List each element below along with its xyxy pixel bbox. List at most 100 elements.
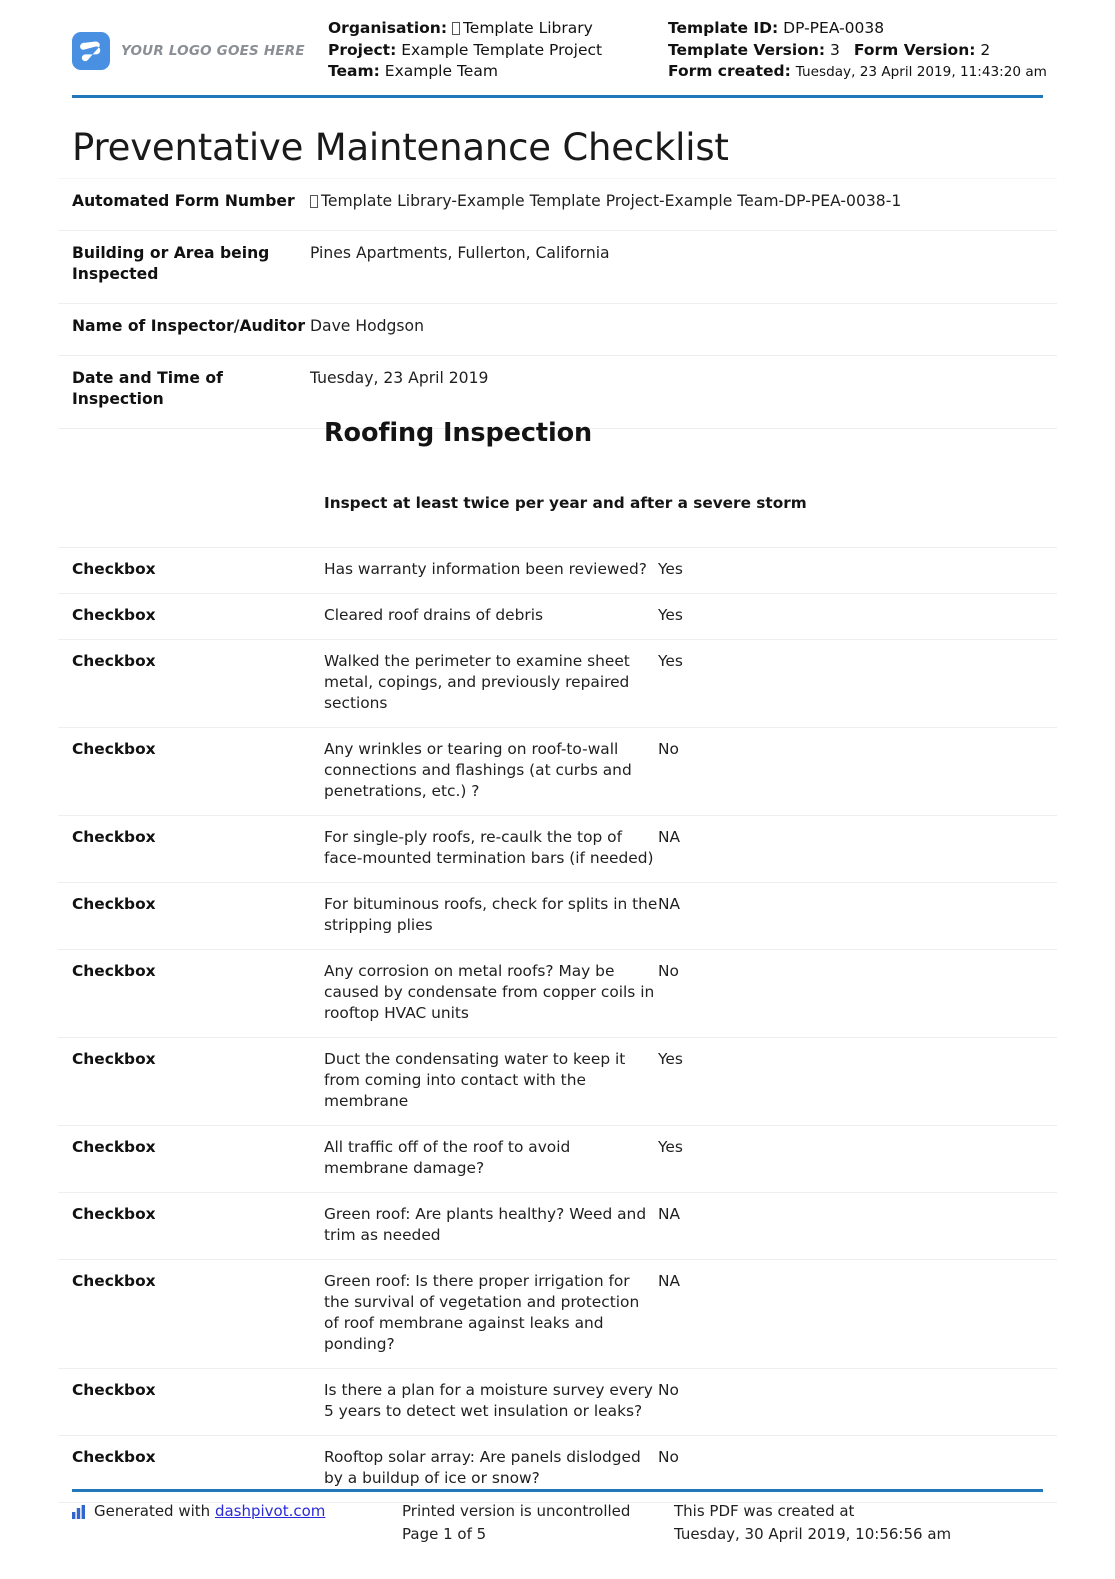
template-id-label: Template ID: [668,19,779,37]
checklist-answer: No [658,1448,679,1466]
checklist-question: Walked the perimeter to examine sheet me… [324,652,630,712]
checklist-field-type: Checkbox [72,1050,156,1068]
footer-created-label: This PDF was created at [674,1502,855,1520]
checklist-field-type: Checkbox [72,962,156,980]
checklist-answer: Yes [658,560,683,578]
checklist-field-type: Checkbox [72,606,156,624]
table-row: Checkbox Walked the perimeter to examine … [58,639,1057,727]
checklist-answer: NA [658,895,681,913]
document-header: YOUR LOGO GOES HERE Organisation: Templa… [72,18,1047,84]
dashpivot-link[interactable]: dashpivot.com [215,1502,325,1520]
checklist-field-type: Checkbox [72,560,156,578]
table-row: Checkbox For single-ply roofs, re-caulk t… [58,815,1057,882]
document-footer: Generated with dashpivot.com Printed ver… [72,1500,1043,1546]
template-version-value: 3 [830,40,840,59]
project-line: Project: Example Template Project [328,40,668,62]
info-row-value: Template Library-Example Template Projec… [310,191,1057,212]
checklist-question: For bituminous roofs, check for splits i… [324,895,658,934]
checklist-question: Green roof: Are plants healthy? Weed and… [324,1205,647,1244]
checklist-field-type: Checkbox [72,652,156,670]
checklist-field-type: Checkbox [72,828,156,846]
template-version-label: Template Version: [668,40,826,59]
info-row-label: Name of Inspector/Auditor [72,317,306,335]
table-row: Checkbox Is there a plan for a moisture s… [58,1368,1057,1435]
checklist-field-type: Checkbox [72,740,156,758]
footer-created-block: This PDF was created at Tuesday, 30 Apri… [674,1500,1034,1546]
checklist-answer: NA [658,1272,681,1290]
footer-print-notice: Printed version is uncontrolled [402,1502,631,1520]
header-meta-right: Template ID: DP-PEA-0038 Template Versio… [668,18,1047,84]
header-divider [72,95,1043,98]
form-created-label: Form created: [668,62,791,80]
form-info-table: Automated Form Number Template Library-Ex… [58,178,1057,429]
company-logo-icon [72,32,110,70]
table-row: Checkbox Cleared roof drains of debris Yes [58,593,1057,639]
checklist-question: Any corrosion on metal roofs? May be cau… [324,962,655,1022]
table-row: Checkbox Rooftop solar array: Are panels … [58,1435,1057,1503]
logo-block: YOUR LOGO GOES HERE [72,18,328,70]
checklist-question: All traffic off of the roof to avoid mem… [324,1138,571,1177]
checklist-question: Any wrinkles or tearing on roof-to-wall … [324,740,632,800]
form-created-value: Tuesday, 23 April 2019, 11:43:20 am [795,64,1047,80]
checklist-field-type: Checkbox [72,1448,156,1466]
footer-page-number: Page 1 of 5 [402,1525,487,1543]
footer-generated-block: Generated with dashpivot.com [72,1500,402,1526]
checklist-answer: No [658,740,679,758]
checklist-field-type: Checkbox [72,1272,156,1290]
section-note: Inspect at least twice per year and afte… [324,494,807,512]
checklist-answer: No [658,1381,679,1399]
version-line: Template Version: 3 Form Version: 2 [668,40,1043,62]
checklist-field-type: Checkbox [72,895,156,913]
info-row: Building or Area being Inspected Pines Ap… [58,231,1057,304]
table-row: Checkbox Green roof: Are plants healthy? … [58,1192,1057,1259]
footer-divider [72,1489,1043,1492]
bar-chart-icon [72,1503,87,1526]
table-row: Checkbox Any corrosion on metal roofs? Ma… [58,949,1057,1037]
info-row-label: Building or Area being Inspected [72,244,270,283]
team-line: Team: Example Team [328,61,668,83]
checklist-answer: NA [658,828,681,846]
table-row: Checkbox Any wrinkles or tearing on roof-… [58,727,1057,815]
header-meta-left: Organisation: Template Library Project: … [328,18,668,83]
team-value: Example Team [384,62,498,80]
checklist-field-type: Checkbox [72,1381,156,1399]
info-row-value: Pines Apartments, Fullerton, California [310,244,610,262]
section-block: Roofing Inspection Inspect at least twic… [58,418,1057,512]
checklist-question: Is there a plan for a moisture survey ev… [324,1381,653,1420]
checklist-question: Has warranty information been reviewed? [324,560,647,578]
organisation-value: Template Library [462,19,593,37]
checklist-question: Rooftop solar array: Are panels dislodge… [324,1448,641,1487]
info-row-label: Automated Form Number [72,192,295,210]
template-id-line: Template ID: DP-PEA-0038 [668,18,1043,40]
team-label: Team: [328,62,380,80]
table-row: Checkbox Duct the condensating water to k… [58,1037,1057,1125]
missing-glyph-icon [451,22,460,35]
checklist-question: For single-ply roofs, re-caulk the top o… [324,828,654,867]
checklist-answer: Yes [658,652,683,670]
page-title: Preventative Maintenance Checklist [72,126,729,169]
checklist-question: Duct the condensating water to keep it f… [324,1050,626,1110]
footer-generated-text: Generated with dashpivot.com [94,1500,325,1523]
organisation-label: Organisation: [328,19,448,37]
checklist-field-type: Checkbox [72,1138,156,1156]
footer-print-block: Printed version is uncontrolled Page 1 o… [402,1500,674,1546]
table-row: Checkbox For bituminous roofs, check for … [58,882,1057,949]
checklist-answer: No [658,962,679,980]
logo-placeholder-text: YOUR LOGO GOES HERE [121,43,305,59]
template-id-value: DP-PEA-0038 [783,19,885,37]
checklist-answer: NA [658,1205,681,1223]
info-row-value: Dave Hodgson [310,317,424,335]
table-row: Checkbox Green roof: Is there proper irri… [58,1259,1057,1368]
form-version-label: Form Version: [853,40,976,59]
checklist-question: Green roof: Is there proper irrigation f… [324,1272,640,1353]
info-row-value: Tuesday, 23 April 2019 [310,369,489,387]
project-value: Example Template Project [401,40,603,59]
form-version-value: 2 [980,40,991,59]
section-heading: Roofing Inspection [324,418,593,448]
checklist-answer: Yes [658,1138,683,1156]
table-row: Checkbox All traffic off of the roof to a… [58,1125,1057,1192]
footer-generated-prefix: Generated with [94,1502,211,1520]
checklist-field-type: Checkbox [72,1205,156,1223]
checklist-answer: Yes [658,1050,683,1068]
info-row: Automated Form Number Template Library-Ex… [58,178,1057,231]
